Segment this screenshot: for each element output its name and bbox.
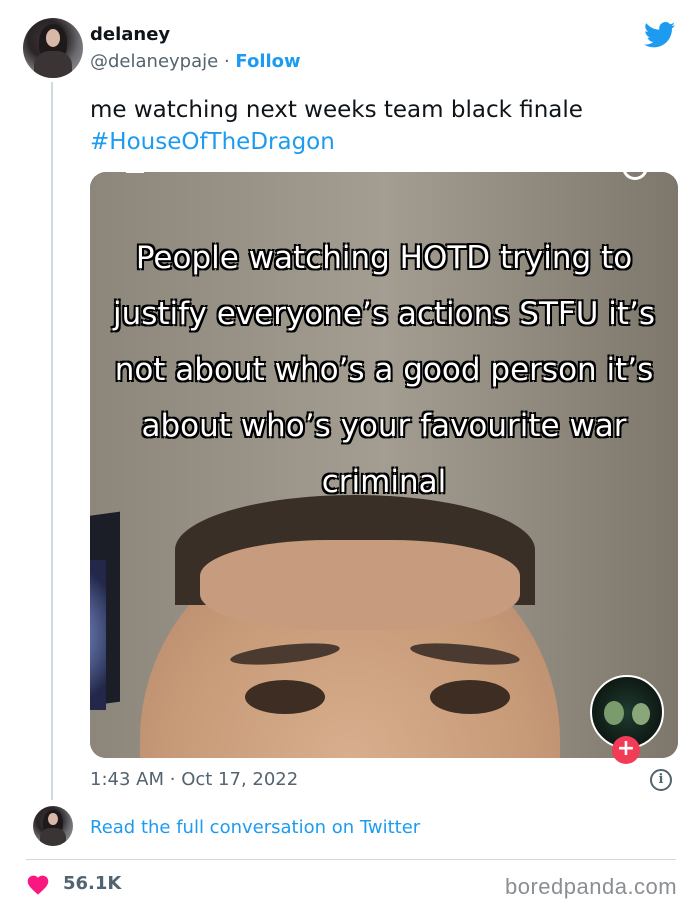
author-handle[interactable]: @delaneypaje <box>90 51 218 72</box>
tweet-timestamp[interactable]: 1:43 AM · Oct 17, 2022 <box>90 769 298 790</box>
media-overlay-caption: People watching HOTD trying to justify e… <box>112 239 656 501</box>
twitter-bird-icon[interactable] <box>644 22 676 48</box>
back-chevron-icon <box>126 170 144 180</box>
author-handle-row: @delaneypaje · Follow <box>90 51 301 72</box>
right-eye <box>430 680 510 714</box>
author-avatar[interactable] <box>23 18 83 78</box>
timestamp-separator: · <box>169 769 176 790</box>
tweet-body: me watching next weeks team black finale <box>90 97 583 123</box>
plus-icon: + <box>612 736 640 764</box>
divider <box>26 859 676 860</box>
follow-button[interactable]: Follow <box>235 51 300 72</box>
read-conversation-link[interactable]: Read the full conversation on Twitter <box>90 817 420 838</box>
heart-icon[interactable] <box>26 873 50 895</box>
person-forehead <box>200 540 520 630</box>
tweet-date: Oct 17, 2022 <box>181 769 299 790</box>
author-name[interactable]: delaney <box>90 24 170 45</box>
source-watermark: boredpanda.com <box>505 874 678 899</box>
tv-screen <box>90 560 106 710</box>
separator-dot: · <box>223 51 230 72</box>
like-count[interactable]: 56.1K <box>63 873 121 894</box>
small-author-avatar <box>33 806 73 846</box>
hashtag-link[interactable]: #HouseOfTheDragon <box>90 126 670 158</box>
info-icon[interactable]: i <box>650 769 672 791</box>
tweet-time: 1:43 AM <box>90 769 164 790</box>
left-eye <box>245 680 325 714</box>
tweet-text: me watching next weeks team black finale… <box>90 94 670 158</box>
thread-line <box>51 82 53 800</box>
